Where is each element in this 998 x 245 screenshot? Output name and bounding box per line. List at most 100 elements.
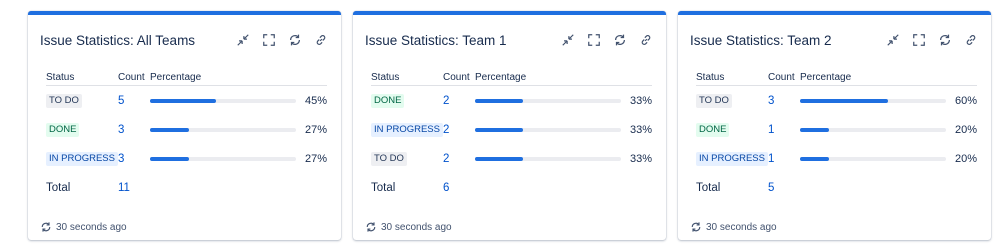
status-lozenge[interactable]: IN PROGRESS [46, 151, 118, 166]
last-refreshed-text: 30 seconds ago [56, 221, 127, 233]
count-link[interactable]: 3 [768, 95, 774, 107]
refresh-icon[interactable] [690, 221, 702, 233]
gadget-card-team-2: Issue Statistics: Team 2 Status Count Pe… [678, 11, 991, 240]
percentage-bar [800, 98, 946, 103]
gadget-title: Issue Statistics: All Teams [40, 32, 196, 48]
status-lozenge[interactable]: IN PROGRESS [371, 122, 443, 137]
last-refreshed-text: 30 seconds ago [381, 221, 452, 233]
count-link[interactable]: 3 [118, 153, 124, 165]
gadget-header: Issue Statistics: Team 1 [365, 29, 654, 51]
gadget-footer: 30 seconds ago [365, 221, 452, 233]
percentage-bar [800, 127, 946, 132]
fullscreen-icon[interactable] [260, 32, 277, 49]
refresh-icon[interactable] [936, 32, 953, 49]
stats-table: Status Count Percentage DONE 2 33% IN PR… [371, 69, 652, 203]
percentage-bar-fill [800, 156, 830, 161]
percentage-value: 20% [954, 123, 977, 136]
count-link[interactable]: 2 [443, 153, 449, 165]
count-column-header: Count [768, 71, 795, 83]
collapse-icon[interactable] [234, 32, 251, 49]
total-row: Total 11 [46, 173, 327, 203]
percentage-value: 27% [304, 152, 327, 165]
table-row: DONE 3 27% [46, 115, 327, 144]
count-link[interactable]: 1 [768, 153, 774, 165]
link-icon[interactable] [962, 32, 979, 49]
status-column-header: Status [696, 71, 725, 83]
percentage-bar-fill [150, 98, 216, 103]
count-link[interactable]: 5 [118, 95, 124, 107]
total-count-link[interactable]: 11 [118, 182, 130, 194]
percentage-bar [475, 127, 621, 132]
refresh-icon[interactable] [40, 221, 52, 233]
count-column-header: Count [443, 71, 470, 83]
table-row: DONE 1 20% [696, 115, 977, 144]
gadget-footer: 30 seconds ago [690, 221, 777, 233]
percentage-bar [150, 156, 296, 161]
percentage-value: 33% [629, 123, 652, 136]
count-link[interactable]: 1 [768, 124, 774, 136]
gadget-title: Issue Statistics: Team 2 [690, 32, 832, 48]
percentage-column-header: Percentage [475, 71, 527, 83]
percentage-value: 60% [954, 94, 977, 107]
count-link[interactable]: 2 [443, 95, 449, 107]
status-lozenge[interactable]: TO DO [371, 151, 407, 166]
collapse-icon[interactable] [884, 32, 901, 49]
table-row: TO DO 5 45% [46, 86, 327, 115]
percentage-column-header: Percentage [800, 71, 852, 83]
refresh-icon[interactable] [286, 32, 303, 49]
status-lozenge[interactable]: DONE [371, 93, 405, 108]
link-icon[interactable] [312, 32, 329, 49]
total-row: Total 6 [371, 173, 652, 203]
gadget-header: Issue Statistics: Team 2 [690, 29, 979, 51]
refresh-icon[interactable] [365, 221, 377, 233]
status-lozenge[interactable]: TO DO [46, 93, 82, 108]
total-label: Total [371, 182, 396, 194]
total-count-link[interactable]: 6 [443, 182, 449, 194]
refresh-icon[interactable] [611, 32, 628, 49]
count-link[interactable]: 2 [443, 124, 449, 136]
status-lozenge[interactable]: IN PROGRESS [696, 151, 768, 166]
link-icon[interactable] [637, 32, 654, 49]
percentage-bar-fill [150, 127, 190, 132]
status-lozenge[interactable]: DONE [46, 122, 80, 137]
percentage-bar [150, 127, 296, 132]
table-row: DONE 2 33% [371, 86, 652, 115]
collapse-icon[interactable] [559, 32, 576, 49]
stats-table: Status Count Percentage TO DO 3 60% DONE… [696, 69, 977, 203]
status-lozenge[interactable]: TO DO [696, 93, 732, 108]
status-column-header: Status [371, 71, 400, 83]
percentage-value: 45% [304, 94, 327, 107]
count-link[interactable]: 3 [118, 124, 124, 136]
percentage-bar [150, 98, 296, 103]
total-label: Total [696, 182, 721, 194]
percentage-value: 33% [629, 94, 652, 107]
gadget-footer: 30 seconds ago [40, 221, 127, 233]
gadget-header: Issue Statistics: All Teams [40, 29, 329, 51]
total-row: Total 5 [696, 173, 977, 203]
status-lozenge[interactable]: DONE [696, 122, 730, 137]
percentage-value: 27% [304, 123, 327, 136]
table-header: Status Count Percentage [696, 69, 977, 86]
total-count-link[interactable]: 5 [768, 182, 774, 194]
gadget-card-team-1: Issue Statistics: Team 1 Status Count Pe… [353, 11, 666, 240]
table-row: IN PROGRESS 2 33% [371, 115, 652, 144]
fullscreen-icon[interactable] [910, 32, 927, 49]
percentage-bar-fill [150, 156, 190, 161]
stats-table: Status Count Percentage TO DO 5 45% DONE… [46, 69, 327, 203]
percentage-bar-fill [475, 98, 524, 103]
status-column-header: Status [46, 71, 75, 83]
last-refreshed-text: 30 seconds ago [706, 221, 777, 233]
total-label: Total [46, 182, 71, 194]
percentage-bar [800, 156, 946, 161]
table-header: Status Count Percentage [371, 69, 652, 86]
gadget-title: Issue Statistics: Team 1 [365, 32, 507, 48]
gadget-card-all-teams: Issue Statistics: All Teams Status Count… [28, 11, 341, 240]
table-row: TO DO 3 60% [696, 86, 977, 115]
percentage-bar [475, 98, 621, 103]
fullscreen-icon[interactable] [585, 32, 602, 49]
table-row: IN PROGRESS 3 27% [46, 144, 327, 173]
table-header: Status Count Percentage [46, 69, 327, 86]
count-column-header: Count [118, 71, 145, 83]
percentage-bar [475, 156, 621, 161]
percentage-bar-fill [800, 127, 830, 132]
